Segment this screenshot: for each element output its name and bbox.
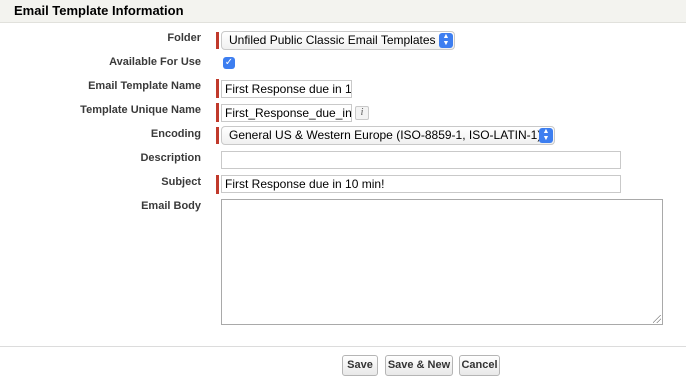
resize-grip-icon[interactable] — [653, 315, 661, 323]
section-title: Email Template Information — [14, 3, 184, 18]
save-button[interactable]: Save — [342, 355, 378, 376]
template-name-label: Email Template Name — [88, 80, 201, 92]
up-down-chevron-icon: ▲ ▼ — [539, 128, 553, 143]
folder-select[interactable]: Unfiled Public Classic Email Templates ▲… — [221, 31, 455, 50]
up-down-chevron-icon: ▲ ▼ — [439, 33, 453, 48]
unique-name-input[interactable]: First_Response_due_in_1 — [221, 104, 352, 122]
section-header: Email Template Information — [0, 0, 686, 23]
encoding-select-value: General US & Western Europe (ISO-8859-1,… — [229, 128, 542, 142]
subject-input[interactable]: First Response due in 10 min! — [221, 175, 621, 193]
encoding-label: Encoding — [150, 128, 201, 140]
required-marker — [216, 79, 219, 98]
required-marker — [216, 32, 219, 49]
required-marker — [216, 103, 219, 122]
unique-name-label: Template Unique Name — [80, 104, 201, 116]
required-marker — [216, 175, 219, 194]
available-label: Available For Use — [109, 56, 201, 68]
description-input[interactable] — [221, 151, 621, 169]
folder-select-value: Unfiled Public Classic Email Templates — [229, 33, 436, 47]
email-body-textarea[interactable] — [221, 199, 663, 325]
required-marker — [216, 127, 219, 144]
description-label: Description — [140, 152, 201, 164]
available-checkbox[interactable]: ✓ — [223, 57, 235, 69]
folder-label: Folder — [167, 32, 201, 44]
template-name-input[interactable]: First Response due in 10 — [221, 80, 352, 98]
subject-label: Subject — [161, 176, 201, 188]
checkmark-icon: ✓ — [224, 57, 234, 68]
cancel-button[interactable]: Cancel — [459, 355, 500, 376]
encoding-select[interactable]: General US & Western Europe (ISO-8859-1,… — [221, 126, 555, 145]
info-icon[interactable]: i — [355, 106, 369, 120]
body-label: Email Body — [141, 200, 201, 212]
save-new-button[interactable]: Save & New — [385, 355, 453, 376]
